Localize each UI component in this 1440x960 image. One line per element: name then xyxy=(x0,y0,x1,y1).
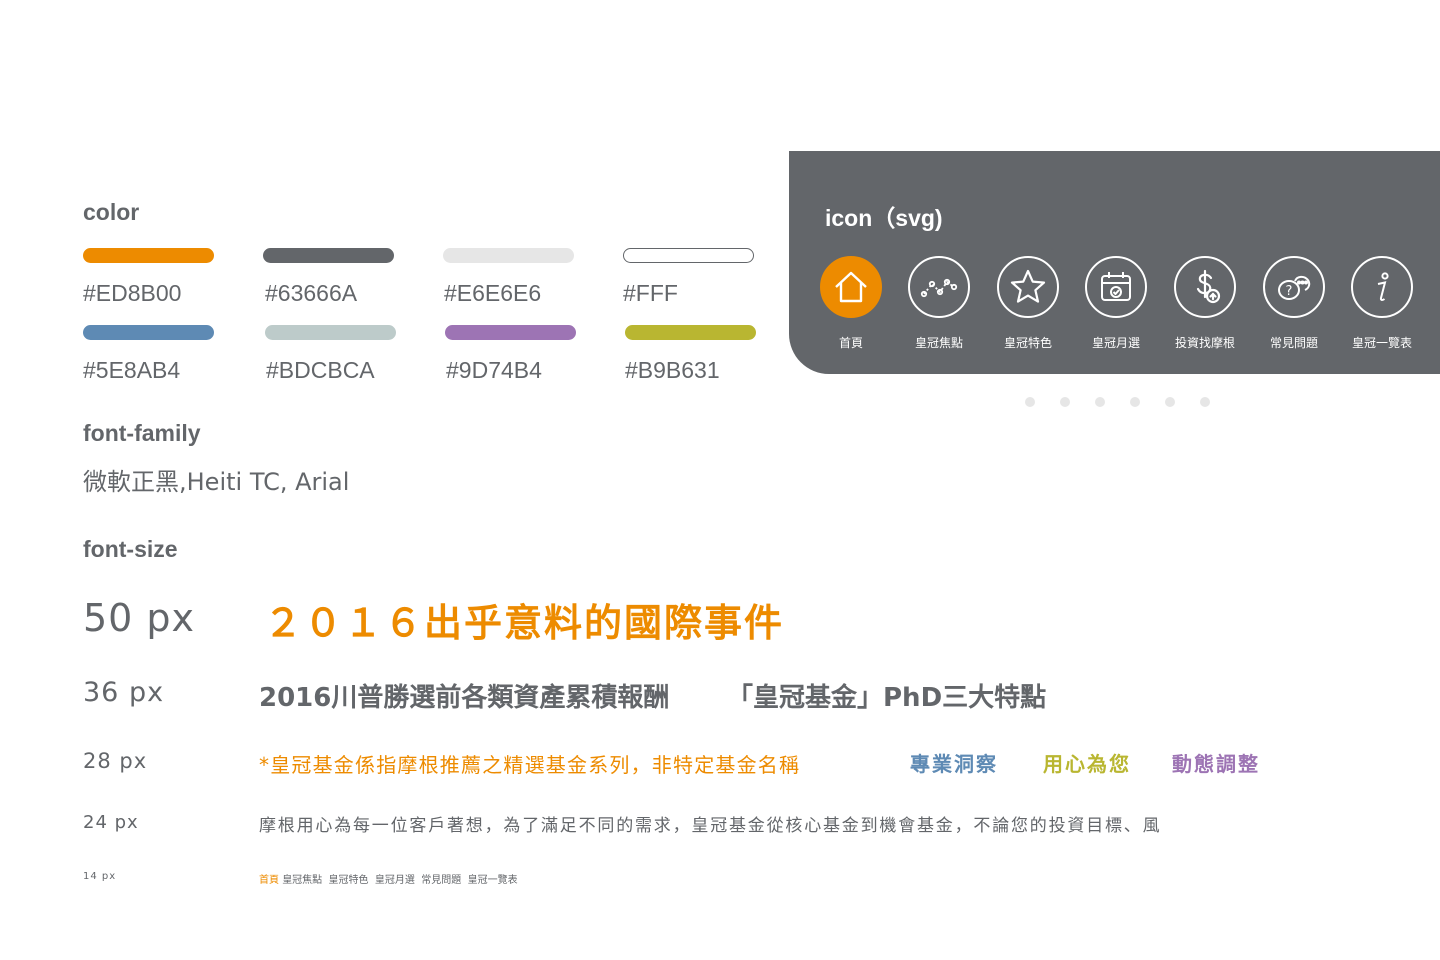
nav-icon-home[interactable]: 首頁 xyxy=(806,256,896,351)
icon-heading: icon（svg) xyxy=(825,205,943,231)
pagination-dots xyxy=(1025,397,1210,407)
nav-icon-overview[interactable]: 皇冠一覽表 xyxy=(1337,256,1427,351)
swatch-light-gray xyxy=(443,248,574,263)
swatch-orange xyxy=(83,248,214,263)
pagination-dot[interactable] xyxy=(1165,397,1175,407)
sample-28px-disclaimer: *皇冠基金係指摩根推薦之精選基金系列，非特定基金名稱 xyxy=(259,753,801,777)
sample-14px-links: 皇冠焦點 皇冠特色 皇冠月選 常見問題 皇冠一覽表 xyxy=(282,875,518,886)
info-icon xyxy=(1351,256,1413,318)
nav-icon-label: 皇冠月選 xyxy=(1091,336,1140,350)
nav-icon-invest[interactable]: 投資找摩根 xyxy=(1160,256,1250,351)
dollar-upload-icon xyxy=(1174,256,1236,318)
calendar-check-icon xyxy=(1085,256,1147,318)
swatch-olive xyxy=(625,325,756,340)
sample-24px: 摩根用心為每一位客戶著想，為了滿足不同的需求，皇冠基金從核心基金到機會基金，不論… xyxy=(259,816,1162,836)
nav-icon-label: 投資找摩根 xyxy=(1174,336,1235,350)
size-label-28: 28 px xyxy=(83,749,148,773)
nav-icon-label: 皇冠一覽表 xyxy=(1351,336,1412,350)
size-label-24: 24 px xyxy=(83,812,139,833)
sample-14px-home: 首頁 xyxy=(259,875,279,886)
pagination-dot[interactable] xyxy=(1025,397,1035,407)
pagination-dot[interactable] xyxy=(1095,397,1105,407)
size-label-14: 14 px xyxy=(83,871,117,882)
home-icon xyxy=(820,256,882,318)
hex-label: #9D74B4 xyxy=(446,357,542,383)
chat-question-icon: ? xyxy=(1263,256,1325,318)
nav-icon-label: 首頁 xyxy=(838,336,863,350)
sample-28px-tag-green: 用心為您 xyxy=(1043,752,1131,776)
sample-28px-tag-purple: 動態調整 xyxy=(1172,752,1260,776)
sample-36px-a: 2016川普勝選前各類資產累積報酬 xyxy=(259,683,670,713)
font-family-value: 微軟正黑,Heiti TC, Arial xyxy=(83,468,350,496)
hex-label: #5E8AB4 xyxy=(83,357,181,383)
pagination-dot[interactable] xyxy=(1200,397,1210,407)
nav-icon-monthly[interactable]: 皇冠月選 xyxy=(1071,256,1161,351)
pagination-dot[interactable] xyxy=(1130,397,1140,407)
color-heading: color xyxy=(83,199,140,225)
hex-label: #ED8B00 xyxy=(83,280,182,306)
sample-36px-b: 「皇冠基金」PhD三大特點 xyxy=(727,683,1047,713)
font-family-heading: font-family xyxy=(83,420,201,446)
nav-icon-focus[interactable]: 皇冠焦點 xyxy=(894,256,984,351)
nav-icon-label: 皇冠焦點 xyxy=(914,336,963,350)
star-icon xyxy=(997,256,1059,318)
swatch-blue xyxy=(83,325,214,340)
sample-50px: ２０１６出乎意料的國際事件 xyxy=(264,601,785,645)
nav-icon-features[interactable]: 皇冠特色 xyxy=(983,256,1073,351)
size-label-50: 50 px xyxy=(83,596,196,640)
swatch-purple xyxy=(445,325,576,340)
swatch-dark-gray xyxy=(263,248,394,263)
hex-label: #B9B631 xyxy=(625,357,720,383)
pagination-dot[interactable] xyxy=(1060,397,1070,407)
size-label-36: 36 px xyxy=(83,677,165,708)
nav-icon-label: 皇冠特色 xyxy=(1003,336,1052,350)
svg-text:?: ? xyxy=(1286,284,1293,299)
font-size-heading: font-size xyxy=(83,536,178,562)
swatch-sage xyxy=(265,325,396,340)
sample-28px-tag-blue: 專業洞察 xyxy=(910,752,998,776)
hex-label: #63666A xyxy=(265,280,358,306)
hex-label: #E6E6E6 xyxy=(444,280,542,306)
nav-icon-label: 常見問題 xyxy=(1269,336,1318,350)
icon-panel: icon（svg) 首頁 皇冠焦點 皇冠特色 皇冠月選 投資找摩根 ? 常見問題… xyxy=(789,151,1440,374)
nav-icon-faq[interactable]: ? 常見問題 xyxy=(1249,256,1339,351)
hex-label: #BDCBCA xyxy=(266,357,375,383)
trend-line-icon xyxy=(908,256,970,318)
sample-14px: 首頁 皇冠焦點 皇冠特色 皇冠月選 常見問題 皇冠一覽表 xyxy=(259,871,518,886)
swatch-white xyxy=(623,248,754,263)
hex-label: #FFF xyxy=(623,280,678,306)
